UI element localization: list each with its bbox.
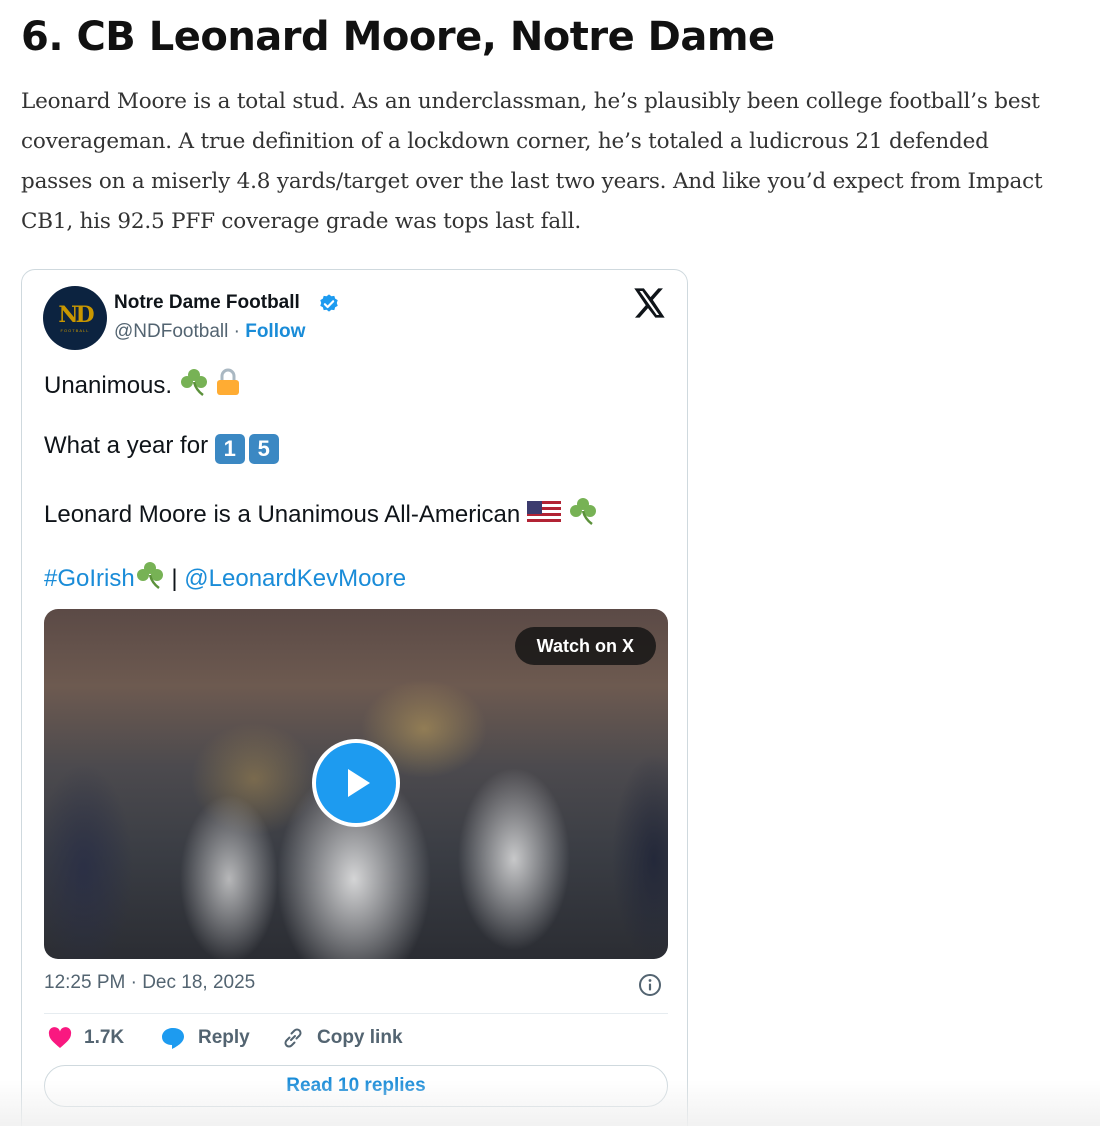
mention-link[interactable]: @LeonardKevMoore — [184, 565, 406, 592]
like-count: 1.7K — [84, 1027, 125, 1048]
reply-label: Reply — [198, 1027, 250, 1048]
video-thumbnail[interactable]: Watch on X — [44, 609, 668, 959]
pipe-separator: | — [164, 565, 185, 592]
paragraph-line: CB1, his 92.5 PFF coverage grade was top… — [21, 209, 581, 234]
us-flag-icon — [526, 501, 561, 525]
heart-icon — [48, 1027, 72, 1048]
account-name[interactable]: Notre Dame Football — [114, 292, 300, 314]
paragraph-line: coverageman. A true definition of a lock… — [21, 129, 989, 154]
tweet-line-1: Unanimous. — [44, 368, 241, 400]
shamrock-icon — [569, 498, 596, 525]
follow-link[interactable]: Follow — [245, 321, 305, 342]
like-button[interactable]: 1.7K — [48, 1025, 124, 1051]
read-replies-button[interactable]: Read 10 replies — [44, 1065, 668, 1107]
article-heading: 6. CB Leonard Moore, Notre Dame — [21, 14, 775, 60]
reply-bubble-icon — [162, 1028, 184, 1049]
account-handle[interactable]: @NDFootball — [114, 321, 228, 342]
hashtag-link[interactable]: #GoIrish — [44, 565, 135, 592]
divider — [44, 1013, 668, 1014]
keycap-five-icon: 5 — [248, 434, 279, 464]
reply-button[interactable]: Reply — [160, 1025, 250, 1051]
handle-row: @NDFootball · Follow — [114, 321, 305, 343]
shamrock-icon — [136, 562, 163, 589]
watch-on-x-button[interactable]: Watch on X — [514, 627, 656, 665]
play-icon[interactable] — [312, 739, 400, 827]
article-paragraph: Leonard Moore is a total stud. As an und… — [21, 82, 1091, 242]
embedded-tweet-card[interactable]: ND FOOTBALL Notre Dame Football @NDFootb… — [21, 269, 688, 1126]
copy-link-button[interactable]: Copy link — [281, 1025, 403, 1051]
x-logo-icon[interactable] — [634, 288, 666, 318]
copy-link-label: Copy link — [317, 1027, 403, 1048]
tweet-timestamp[interactable]: 12:25 PM · Dec 18, 2025 — [44, 972, 255, 994]
verified-badge-icon — [320, 294, 338, 312]
tweet-line-4: #GoIrish | @LeonardKevMoore — [44, 561, 406, 593]
info-icon[interactable] — [638, 973, 662, 997]
tweet-line-2: What a year for 15 — [44, 432, 283, 464]
paragraph-line: Leonard Moore is a total stud. As an und… — [21, 89, 1040, 114]
tweet-line-3: Leonard Moore is a Unanimous All-America… — [44, 497, 598, 529]
lock-icon — [217, 368, 240, 395]
separator-dot: · — [228, 321, 246, 342]
link-icon — [284, 1028, 302, 1048]
paragraph-line: passes on a miserly 4.8 yards/target ove… — [21, 169, 1043, 194]
nd-logo-avatar[interactable]: ND FOOTBALL — [43, 286, 107, 350]
shamrock-icon — [180, 369, 207, 396]
keycap-one-icon: 1 — [214, 434, 245, 464]
